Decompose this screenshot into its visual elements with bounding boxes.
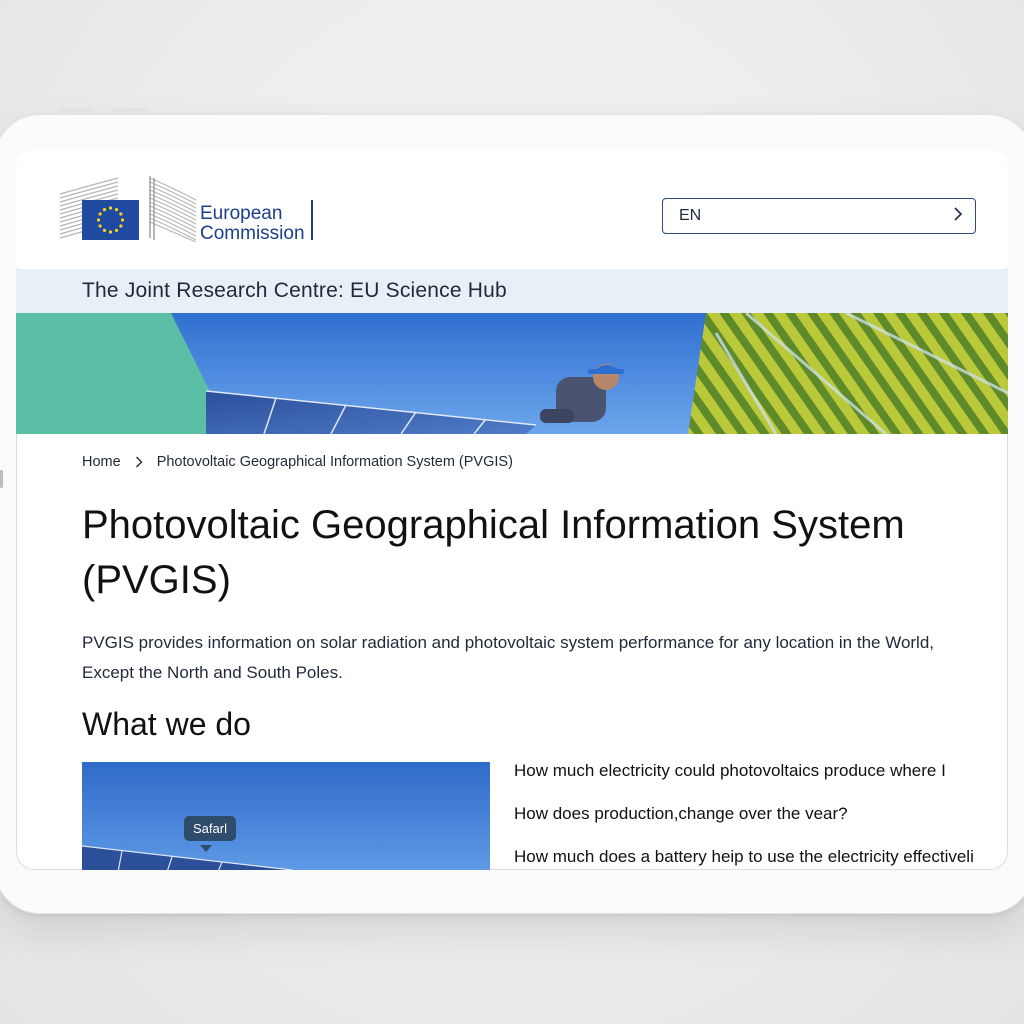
language-selector[interactable]: EN — [662, 198, 976, 234]
hero-banner — [16, 313, 1008, 434]
tablet-side-button — [0, 470, 3, 488]
site-header: European Commission EN — [16, 150, 1008, 268]
eu-flag-icon — [82, 200, 139, 240]
brand-name: European Commission — [200, 204, 305, 244]
question-link-1[interactable]: How much electricity could photovoltaics… — [514, 760, 1008, 782]
tablet-top-button — [112, 108, 146, 112]
european-commission-logo[interactable]: European Commission — [58, 176, 328, 244]
brand-line-2: Commission — [200, 223, 305, 244]
tooltip-arrow — [200, 845, 212, 852]
browser-screen: European Commission EN The Joint Researc… — [16, 150, 1008, 870]
what-we-do-image: Safarl — [82, 762, 490, 870]
chevron-right-icon — [135, 456, 143, 468]
brand-line-1: European — [200, 203, 283, 224]
site-name-bar: The Joint Research Centre: EU Science Hu… — [16, 269, 1008, 313]
breadcrumb: Home Photovoltaic Geographical Informati… — [82, 454, 513, 470]
chevron-right-icon — [953, 206, 963, 226]
solar-panel-image — [82, 762, 490, 870]
tablet-top-button — [60, 108, 94, 112]
question-link-3[interactable]: How much does a battery heip to use the … — [514, 846, 1008, 868]
section-heading: What we do — [82, 706, 251, 742]
breadcrumb-current: Photovoltaic Geographical Information Sy… — [156, 454, 513, 470]
brand-divider — [311, 200, 313, 240]
intro-text: PVGIS provides information on solar radi… — [82, 633, 935, 682]
hero-banner-image — [16, 313, 1008, 434]
question-link-2[interactable]: How does production,change over the vear… — [514, 803, 1008, 825]
breadcrumb-home-link[interactable]: Home — [82, 454, 121, 470]
question-list: How much electricity could photovoltaics… — [514, 760, 1008, 870]
browser-tooltip: Safarl — [184, 816, 236, 841]
page-title: Photovoltaic Geographical Information Sy… — [82, 503, 905, 602]
language-value: EN — [679, 207, 702, 224]
site-title[interactable]: The Joint Research Centre: EU Science Hu… — [82, 279, 507, 303]
